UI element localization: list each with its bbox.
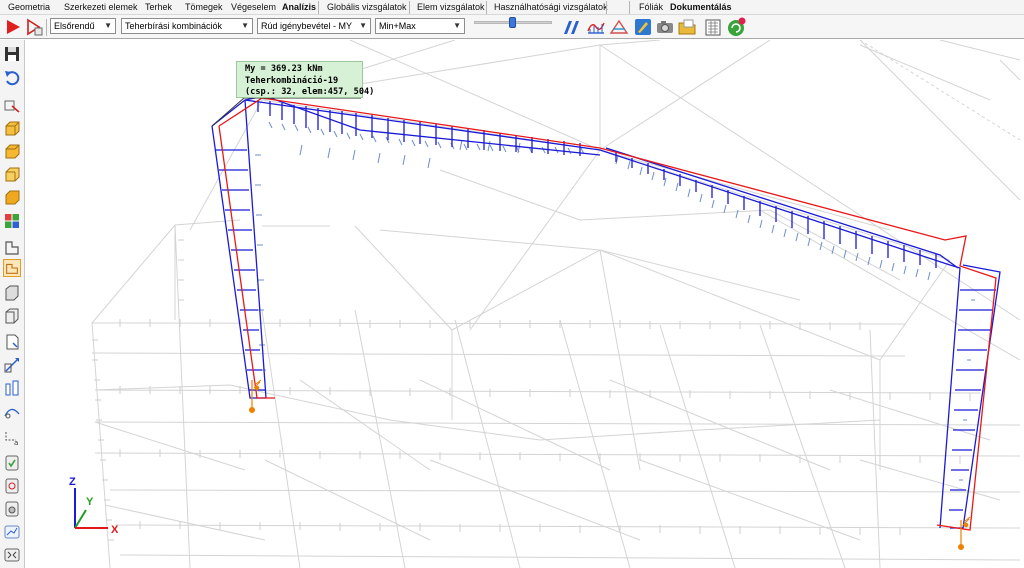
diagram-type-icon[interactable] — [562, 17, 582, 37]
diagram-fill-icon[interactable] — [586, 17, 606, 37]
run-settings-icon[interactable] — [24, 17, 44, 37]
view-tools-sidebar: a — [0, 40, 25, 568]
box-top-icon[interactable] — [3, 143, 21, 161]
tab-dokumentalas[interactable]: Dokumentálás — [670, 2, 732, 12]
result-table-icon[interactable] — [3, 477, 21, 495]
section-icon[interactable] — [3, 379, 21, 397]
chevron-down-icon: ▼ — [359, 21, 367, 30]
tooltip-node-element: (csp.: 32, elem:457, 504) — [245, 87, 375, 97]
result-component-value: Rúd igénybevétel - MY — [261, 21, 353, 31]
camera-icon[interactable] — [3, 500, 21, 518]
box-side-icon[interactable] — [3, 166, 21, 184]
ribbon-tab-bar: Geometria Szerkezeti elemek Terhek Tömeg… — [0, 0, 1024, 15]
tab-globalis-vizsgalatok[interactable]: Globális vizsgálatok — [327, 2, 407, 12]
report-editor-icon[interactable] — [633, 17, 653, 37]
tab-foliak[interactable]: Fóliák — [639, 2, 663, 12]
view-icon[interactable] — [3, 97, 21, 115]
y-axis — [74, 509, 87, 529]
chevron-down-icon: ▼ — [104, 21, 112, 30]
tab-vegeselem[interactable]: Végeselem — [231, 2, 276, 12]
update-icon[interactable] — [726, 17, 746, 37]
zoom-fit-icon[interactable] — [3, 546, 21, 564]
measure-icon[interactable] — [3, 402, 21, 420]
svg-text:a: a — [14, 439, 18, 446]
box-front-icon[interactable] — [3, 120, 21, 138]
scale-slider-thumb[interactable] — [509, 17, 516, 28]
chart-icon[interactable] — [3, 523, 21, 541]
box-iso-icon[interactable] — [3, 189, 21, 207]
result-component-select[interactable]: Rúd igénybevétel - MY ▼ — [257, 18, 371, 34]
background-structure — [91, 40, 1021, 568]
color-grid-icon[interactable] — [3, 212, 21, 230]
tab-szerkezeti-elemek[interactable]: Szerkezeti elemek — [64, 2, 138, 12]
tooltip-moment-value: My = 369.23 kNm — [245, 64, 323, 74]
tab-elem-vizsgalatok[interactable]: Elem vizsgálatok — [417, 2, 485, 12]
frame-icon[interactable] — [3, 238, 21, 256]
undo-icon[interactable] — [3, 69, 21, 87]
dimension-icon[interactable] — [3, 356, 21, 374]
applied-loads — [255, 121, 975, 481]
envelope-select[interactable]: Min+Max ▼ — [375, 18, 465, 34]
tab-analizis[interactable]: Analízis — [282, 2, 316, 12]
diagram-section-icon[interactable] — [609, 17, 629, 37]
save-icon[interactable] — [3, 45, 21, 63]
axis-triad — [74, 488, 108, 529]
analysis-order-select[interactable]: Elsőrendű ▼ — [50, 18, 116, 34]
z-axis-label: Z — [69, 476, 76, 488]
frame-selected-icon[interactable] — [3, 259, 21, 277]
x-axis-label: X — [111, 524, 119, 536]
load-combination-select[interactable]: Teherbírási kombinációk ▼ — [121, 18, 253, 34]
model-viewport[interactable] — [25, 40, 1024, 568]
tab-hasznalhatosagi-vizsgalatok[interactable]: Használhatósági vizsgálatok — [494, 2, 608, 12]
tab-tomegek[interactable]: Tömegek — [185, 2, 223, 12]
chevron-down-icon: ▼ — [453, 21, 461, 30]
document-icon[interactable] — [3, 333, 21, 351]
tab-geometria[interactable]: Geometria — [8, 2, 50, 12]
tooltip-combination: Teherkombináció-19 — [245, 75, 339, 86]
building-report-icon[interactable] — [703, 17, 723, 37]
run-analysis-icon[interactable] — [3, 17, 23, 37]
envelope-value: Min+Max — [379, 21, 416, 31]
tab-terhek[interactable]: Terhek — [145, 2, 172, 12]
node-icon[interactable]: a — [3, 428, 21, 446]
result-tooltip: My = 369.23 kNm Teherkombináció-19 (csp.… — [236, 61, 375, 98]
load-combination-value: Teherbírási kombinációk — [125, 21, 223, 31]
y-axis-label: Y — [86, 496, 94, 508]
camera-icon[interactable] — [655, 17, 675, 37]
analysis-order-value: Elsőrendű — [54, 21, 95, 31]
frame-3d-icon[interactable] — [3, 284, 21, 302]
chevron-down-icon: ▼ — [241, 21, 249, 30]
open-folder-icon[interactable] — [677, 17, 697, 37]
moment-diagram-blue — [211, 95, 1001, 529]
check-icon[interactable] — [3, 454, 21, 472]
frame-edit-icon[interactable] — [3, 307, 21, 325]
